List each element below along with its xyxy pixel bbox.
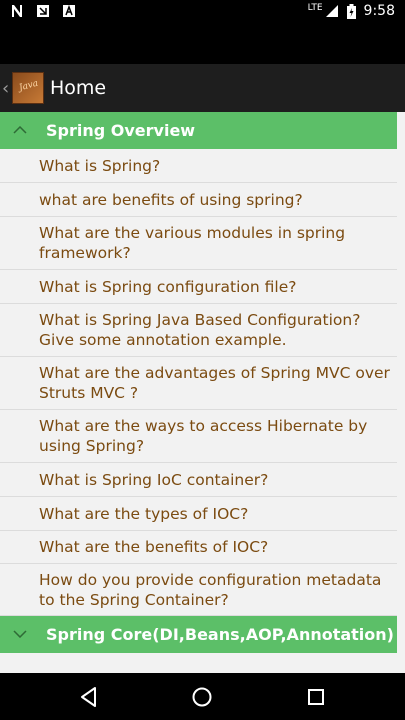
list-item-label: What is Spring? (39, 157, 161, 175)
list-item[interactable]: What are the types of IOC? (0, 497, 397, 531)
list-item-label: What is Spring configuration file? (39, 278, 297, 296)
list-item-label: what are benefits of using spring? (39, 191, 303, 209)
status-spacer (0, 24, 405, 64)
list-item-label: What are the types of IOC? (39, 505, 249, 523)
list-item-label: What is Spring IoC container? (39, 471, 269, 489)
status-bar: LTE 9:58 (0, 0, 405, 24)
list-item[interactable]: What is Spring Java Based Configuration?… (0, 304, 397, 357)
recents-icon[interactable] (302, 683, 330, 711)
list-item[interactable]: What are the benefits of IOC? (0, 531, 397, 564)
battery-icon (346, 3, 356, 19)
list-item[interactable]: What are the ways to access Hibernate by… (0, 410, 397, 463)
list-item[interactable]: What are the advantages of Spring MVC ov… (0, 357, 397, 410)
back-icon[interactable] (75, 683, 103, 711)
chevron-down-icon (0, 627, 40, 642)
app-bar: ‹ Home (0, 64, 405, 112)
app-a-icon (63, 4, 75, 17)
list-item-label: What are the ways to access Hibernate by… (39, 417, 368, 455)
list-item-label: What are the benefits of IOC? (39, 538, 269, 556)
page-title: Home (50, 77, 107, 99)
list-item-label: What are the various modules in spring f… (39, 224, 346, 262)
expandable-list[interactable]: Spring Overview What is Spring? what are… (0, 112, 405, 673)
notification-n-icon (12, 5, 22, 17)
group-title: Spring Core(DI,Beans,AOP,Annotation) (46, 625, 394, 644)
list-item[interactable]: What are the various modules in spring f… (0, 217, 397, 270)
list-item-label: How do you provide configuration metadat… (39, 571, 382, 609)
chevron-up-icon (0, 123, 40, 138)
home-icon[interactable] (188, 683, 216, 711)
group-title: Spring Overview (46, 121, 196, 140)
group-header-spring-core[interactable]: Spring Core(DI,Beans,AOP,Annotation) (0, 616, 397, 653)
list-item[interactable]: what are benefits of using spring? (0, 183, 397, 217)
list-item[interactable]: What is Spring configuration file? (0, 270, 397, 304)
navigation-bar (0, 673, 405, 720)
list-item[interactable]: How do you provide configuration metadat… (0, 564, 397, 616)
list-item-label: What are the advantages of Spring MVC ov… (39, 364, 390, 402)
list-item-label: What is Spring Java Based Configuration?… (39, 311, 361, 349)
app-logo-icon[interactable] (12, 72, 44, 104)
network-type-label: LTE (307, 3, 323, 13)
list-item[interactable]: What is Spring? (0, 149, 397, 183)
list-item[interactable]: What is Spring IoC container? (0, 463, 397, 497)
back-chevron-icon[interactable]: ‹ (2, 78, 12, 99)
group-header-spring-overview[interactable]: Spring Overview (0, 112, 397, 149)
download-icon (37, 5, 49, 17)
signal-icon (325, 5, 338, 17)
clock: 9:58 (363, 3, 395, 19)
